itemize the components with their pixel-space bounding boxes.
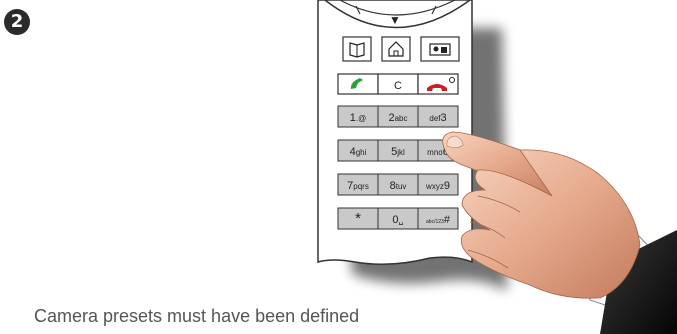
instruction-caption: Camera presets must have been defined bbox=[34, 306, 360, 326]
hand-pointer-illustration bbox=[442, 131, 677, 334]
